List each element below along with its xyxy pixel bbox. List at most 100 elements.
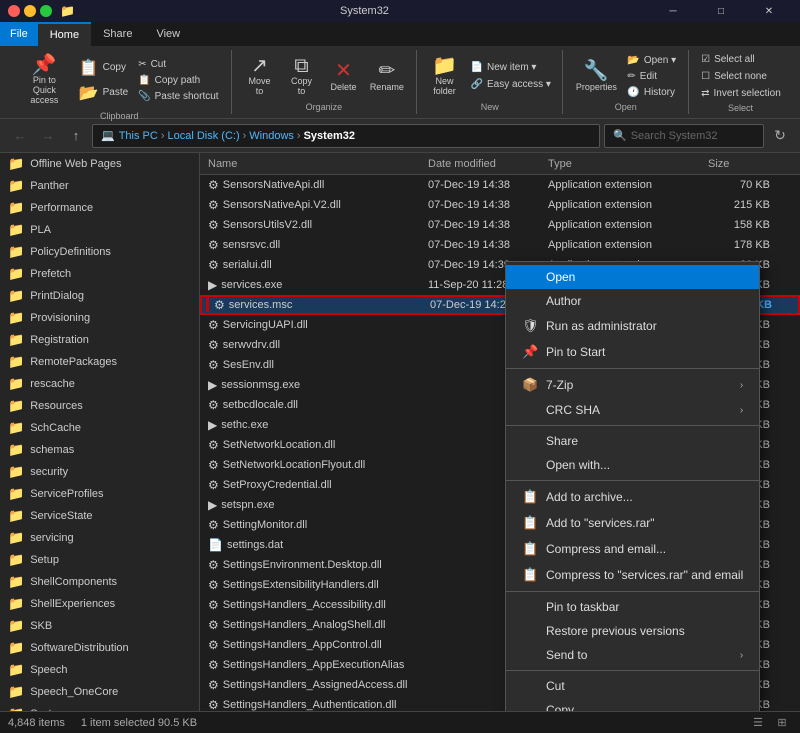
search-box[interactable]: 🔍 Search System32 (604, 124, 764, 148)
easy-access-button[interactable]: 🔗 Easy access ▾ (467, 77, 555, 92)
sidebar-item-schcache[interactable]: 📁 SchCache (0, 417, 199, 439)
properties-button[interactable]: 🔧 Properties (571, 58, 621, 95)
details-view-button[interactable]: ☰ (748, 714, 768, 732)
copy-button[interactable]: 📋 Copy (75, 56, 133, 80)
context-menu-crcsha[interactable]: CRC SHA › (506, 398, 759, 422)
sidebar-item-remotepackages[interactable]: 📁 RemotePackages (0, 351, 199, 373)
sidebar-item-system[interactable]: 📁 System (0, 703, 199, 711)
breadcrumb-system32[interactable]: System32 (304, 130, 355, 142)
sidebar-item-security[interactable]: 📁 security (0, 461, 199, 483)
invert-selection-button[interactable]: ⇄ Invert selection (697, 86, 785, 101)
folder-icon: 📁 (8, 486, 24, 502)
column-header-type[interactable]: Type (544, 153, 704, 175)
refresh-button[interactable]: ↻ (768, 124, 792, 148)
table-row[interactable]: ⚙sensrsvc.dll 07-Dec-19 14:38 Applicatio… (200, 235, 800, 255)
new-folder-button[interactable]: 📁 Newfolder (425, 53, 465, 100)
copy-icon: 📋 (79, 58, 99, 78)
copy-path-button[interactable]: 📋 Copy path (134, 73, 222, 88)
new-item-button[interactable]: 📄 New item ▾ (467, 60, 555, 75)
paste-shortcut-button[interactable]: 📎 Paste shortcut (134, 89, 222, 104)
minimize-button[interactable]: ─ (650, 0, 696, 22)
sidebar-item-speech[interactable]: 📁 Speech (0, 659, 199, 681)
open-dropdown-button[interactable]: 📂 Open ▾ (623, 53, 680, 68)
sidebar-item-panther[interactable]: 📁 Panther (0, 175, 199, 197)
back-button[interactable]: ← (8, 124, 32, 148)
arrow-icon: › (740, 405, 743, 416)
history-button[interactable]: 🕐 History (623, 85, 680, 100)
context-menu-cut[interactable]: Cut (506, 674, 759, 698)
sidebar-item-printdialog[interactable]: 📁 PrintDialog (0, 285, 199, 307)
column-header-name[interactable]: Name (204, 153, 424, 175)
context-menu-7zip[interactable]: 📦 7-Zip › (506, 372, 759, 398)
sidebar-item-resources[interactable]: 📁 Resources (0, 395, 199, 417)
sidebar-item-setup[interactable]: 📁 Setup (0, 549, 199, 571)
maximize-button[interactable]: □ (698, 0, 744, 22)
context-menu-pintostart[interactable]: 📌 Pin to Start (506, 339, 759, 365)
sidebar-item-pla[interactable]: 📁 PLA (0, 219, 199, 241)
context-menu-openwith[interactable]: Open with... (506, 453, 759, 477)
move-to-button[interactable]: ↗ Moveto (240, 53, 280, 100)
pin-to-quick-access-button[interactable]: 📌 Pin to Quickaccess (16, 52, 73, 109)
forward-button[interactable]: → (36, 124, 60, 148)
breadcrumb-thispc[interactable]: This PC (119, 130, 158, 142)
edit-button[interactable]: ✏ Edit (623, 69, 680, 84)
sidebar-item-rescache[interactable]: 📁 rescache (0, 373, 199, 395)
context-menu-copy[interactable]: Copy (506, 698, 759, 711)
sidebar-item-performance[interactable]: 📁 Performance (0, 197, 199, 219)
tab-view[interactable]: View (144, 22, 192, 46)
sidebar-item-registration[interactable]: 📁 Registration (0, 329, 199, 351)
tab-share[interactable]: Share (91, 22, 144, 46)
sidebar-item-provisioning[interactable]: 📁 Provisioning (0, 307, 199, 329)
sidebar-item-speechonecore[interactable]: 📁 Speech_OneCore (0, 681, 199, 703)
new-item-icon: 📄 (471, 62, 483, 73)
tab-file[interactable]: File (0, 22, 38, 46)
select-none-icon: ☐ (701, 71, 710, 82)
column-header-date[interactable]: Date modified (424, 153, 544, 175)
sidebar-item-serviceprofiles[interactable]: 📁 ServiceProfiles (0, 483, 199, 505)
table-row[interactable]: ⚙SensorsNativeApi.dll 07-Dec-19 14:38 Ap… (200, 175, 800, 195)
sidebar-item-servicestate[interactable]: 📁 ServiceState (0, 505, 199, 527)
select-all-button[interactable]: ☑ Select all (697, 52, 759, 67)
cut-button[interactable]: ✂ Cut (134, 57, 222, 72)
select-none-button[interactable]: ☐ Select none (697, 69, 771, 84)
context-menu-author[interactable]: Author (506, 289, 759, 313)
sidebar-item-label: ShellComponents (30, 576, 117, 588)
context-menu-addtoarchive[interactable]: 📋 Add to archive... (506, 484, 759, 510)
column-header-size[interactable]: Size (704, 153, 774, 175)
context-menu-share[interactable]: Share (506, 429, 759, 453)
title-bar: 📁 System32 ─ □ ✕ (0, 0, 800, 22)
context-menu-runasadmin[interactable]: 🛡 Run as administrator (506, 313, 759, 339)
context-menu-pintotaskbar[interactable]: Pin to taskbar (506, 595, 759, 619)
sidebar-item-offlinewebpages[interactable]: 📁 Offline Web Pages (0, 153, 199, 175)
sidebar-item-schemas[interactable]: 📁 schemas (0, 439, 199, 461)
sidebar-item-shellexperiences[interactable]: 📁 ShellExperiences (0, 593, 199, 615)
window-close-button[interactable]: ✕ (746, 0, 792, 22)
copy-to-button[interactable]: ⧉ Copyto (282, 53, 322, 100)
table-row[interactable]: ⚙SensorsNativeApi.V2.dll 07-Dec-19 14:38… (200, 195, 800, 215)
context-menu-restorepreviousversions[interactable]: Restore previous versions (506, 619, 759, 643)
up-button[interactable]: ↑ (64, 124, 88, 148)
context-menu-compressservicesraremail[interactable]: 📋 Compress to "services.rar" and email (506, 562, 759, 588)
sidebar-item-label: Provisioning (30, 312, 90, 324)
table-row[interactable]: ⚙SensorsUtilsV2.dll 07-Dec-19 14:38 Appl… (200, 215, 800, 235)
sidebar-item-prefetch[interactable]: 📁 Prefetch (0, 263, 199, 285)
context-menu-sendto[interactable]: Send to › (506, 643, 759, 667)
breadcrumb-localdisk[interactable]: Local Disk (C:) (168, 130, 240, 142)
address-path[interactable]: 💻 This PC › Local Disk (C:) › Windows › … (92, 124, 600, 148)
breadcrumb-windows[interactable]: Windows (249, 130, 294, 142)
context-menu-addtoservicesrar[interactable]: 📋 Add to "services.rar" (506, 510, 759, 536)
sidebar-item-servicing[interactable]: 📁 servicing (0, 527, 199, 549)
sidebar-item-shellcomponents[interactable]: 📁 ShellComponents (0, 571, 199, 593)
rename-button[interactable]: ✏ Rename (366, 58, 409, 95)
context-menu-open[interactable]: Open (506, 265, 759, 289)
context-menu-compressemail[interactable]: 📋 Compress and email... (506, 536, 759, 562)
paste-button[interactable]: 📂 Paste (75, 81, 133, 105)
paste-shortcut-icon: 📎 (138, 91, 150, 102)
file-icon: ⚙ (208, 518, 219, 532)
large-icons-button[interactable]: ⊞ (772, 714, 792, 732)
sidebar-item-softwaredistribution[interactable]: 📁 SoftwareDistribution (0, 637, 199, 659)
sidebar-item-skb[interactable]: 📁 SKB (0, 615, 199, 637)
tab-home[interactable]: Home (38, 22, 91, 46)
sidebar-item-policydefinitions[interactable]: 📁 PolicyDefinitions (0, 241, 199, 263)
delete-button[interactable]: ✕ Delete (324, 58, 364, 95)
